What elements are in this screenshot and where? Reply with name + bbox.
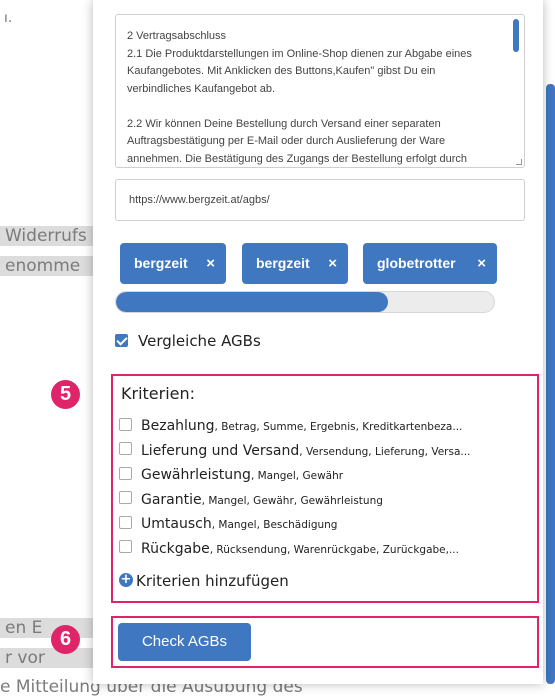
criteria-checkbox[interactable]: [119, 540, 132, 554]
agb-check-panel: 2 Vertragsabschluss 2.1 Die Produktdarst…: [93, 0, 543, 684]
remove-tag-icon[interactable]: ×: [477, 243, 486, 284]
tag-label: globetrotter: [377, 255, 456, 271]
add-criteria-label: Kriterien hinzufügen: [136, 572, 289, 590]
criteria-item[interactable]: Garantie, Mangel, Gewähr, Gewährleistung: [119, 491, 531, 516]
tag-label: bergzeit: [256, 255, 310, 271]
criteria-name: Rückgabe: [141, 540, 210, 557]
progress-fill: [116, 292, 389, 312]
remove-tag-icon[interactable]: ×: [328, 243, 337, 284]
criteria-checkbox[interactable]: [119, 442, 132, 456]
check-section: Check AGBs: [111, 616, 539, 668]
criteria-checkbox[interactable]: [119, 466, 132, 480]
criteria-name: Bezahlung: [141, 418, 215, 434]
background-text-line: enomme: [0, 256, 93, 276]
criteria-item[interactable]: Gewährleistung, Mangel, Gewähr: [119, 466, 531, 491]
check-agbs-button[interactable]: Check AGBs: [118, 623, 251, 661]
terms-scrollbar[interactable]: [513, 19, 519, 52]
criteria-synonyms: , Mangel, Gewähr, Gewährleistung: [201, 494, 383, 507]
criteria-item[interactable]: Lieferung und Versand, Versendung, Liefe…: [119, 442, 531, 467]
criteria-synonyms: , Versendung, Lieferung, Versa...: [299, 445, 471, 458]
criteria-item[interactable]: Umtausch, Mangel, Beschädigung: [119, 515, 531, 540]
criteria-checkbox[interactable]: [119, 515, 132, 529]
criteria-name: Umtausch: [141, 516, 212, 532]
step-badge-check: 6: [51, 625, 80, 654]
criteria-title: Kriterien:: [121, 384, 196, 403]
criteria-name: Lieferung und Versand: [141, 442, 300, 459]
criteria-synonyms: , Mangel, Gewähr: [250, 470, 344, 482]
criteria-synonyms: , Betrag, Summe, Ergebnis, Kreditkartenb…: [214, 421, 463, 433]
background-text-line: r vor: [0, 648, 93, 668]
criteria-name: Garantie: [141, 491, 202, 508]
url-input[interactable]: https://www.bergzeit.at/agbs/: [115, 179, 525, 221]
terms-textarea[interactable]: 2 Vertragsabschluss 2.1 Die Produktdarst…: [115, 14, 525, 168]
criteria-item[interactable]: Bezahlung, Betrag, Summe, Ergebnis, Kred…: [119, 417, 531, 442]
background-text-line: ו.: [4, 10, 13, 26]
terms-text: 2 Vertragsabschluss 2.1 Die Produktdarst…: [127, 30, 472, 165]
tag-label: bergzeit: [134, 255, 188, 271]
criteria-item[interactable]: Rückgabe, Rücksendung, Warenrückgabe, Zu…: [119, 540, 531, 565]
compare-label: Vergleiche AGBs: [138, 332, 261, 350]
page-scrollbar[interactable]: [546, 84, 555, 684]
criteria-section: Kriterien: Bezahlung, Betrag, Summe, Erg…: [111, 374, 539, 603]
compare-checkbox[interactable]: [115, 334, 128, 347]
compare-agbs-option[interactable]: Vergleiche AGBs: [115, 332, 261, 350]
remove-tag-icon[interactable]: ×: [206, 243, 215, 284]
criteria-name: Gewährleistung: [141, 467, 251, 483]
add-criteria-link[interactable]: + Kriterien hinzufügen: [119, 572, 289, 590]
criteria-list: Bezahlung, Betrag, Summe, Ergebnis, Kred…: [119, 417, 531, 564]
criteria-checkbox[interactable]: [119, 491, 132, 505]
resize-grip-icon[interactable]: [516, 159, 522, 165]
criteria-synonyms: , Mangel, Beschädigung: [211, 519, 338, 531]
tag-chip: globetrotter ×: [363, 243, 497, 284]
background-text-line: Widerrufs: [0, 226, 93, 246]
tag-chip: bergzeit ×: [120, 243, 226, 284]
criteria-checkbox[interactable]: [119, 417, 132, 431]
criteria-synonyms: , Rücksendung, Warenrückgabe, Zurückgabe…: [209, 543, 459, 556]
tag-chip: bergzeit ×: [242, 243, 348, 284]
progress-bar: [115, 291, 495, 313]
plus-circle-icon: +: [119, 572, 133, 587]
step-badge-criteria: 5: [51, 380, 80, 409]
